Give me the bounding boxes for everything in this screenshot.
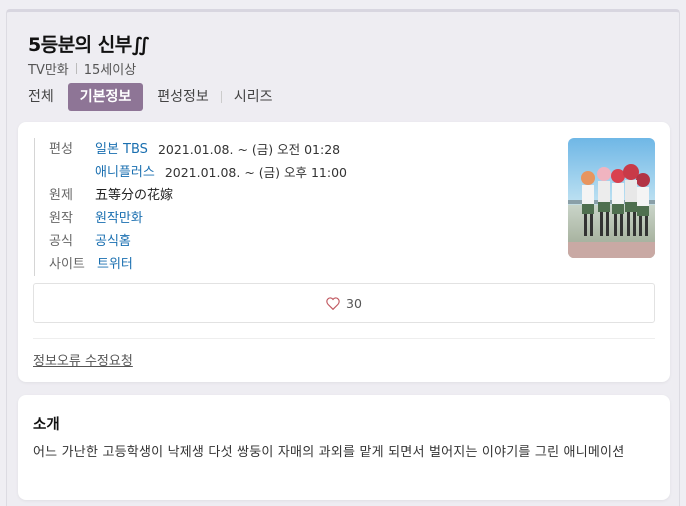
info-list: 편성 일본 TBS 2021.01.08. ~ (금) 오전 01:28 애니플… [34,138,347,276]
broadcast-list: 일본 TBS 2021.01.08. ~ (금) 오전 01:28 애니플러스 … [95,138,347,184]
tab-schedule[interactable]: 편성정보 [147,83,219,111]
page-title: 5등분의 신부∬ [28,34,149,56]
info-row-official: 공식 공식홈 [49,230,347,253]
info-label: 공식 [49,234,73,249]
original-title: 五等分の花嫁 [95,188,174,203]
broadcast-time: 2021.01.08. ~ (금) 오전 01:28 [157,142,341,157]
tab-divider [220,91,222,103]
info-label: 원제 [49,188,73,203]
broadcast-item: 일본 TBS 2021.01.08. ~ (금) 오전 01:28 [95,138,347,161]
intro-card: 소개 어느 가난한 고등학생이 낙제생 다섯 쌍둥이 자매의 과외를 맡게 되면… [18,395,670,500]
info-label: 편성 [49,142,73,157]
report-error-link[interactable]: 정보오류 수정요청 [33,350,133,369]
type-label: TV만화 [28,63,69,78]
info-row-site: 사이트 트위터 [49,253,347,276]
poster-image[interactable] [568,138,655,258]
title-meta: TV만화 15세이상 [28,59,136,78]
basic-info-card: 편성 일본 TBS 2021.01.08. ~ (금) 오전 01:28 애니플… [18,122,670,382]
channel-link[interactable]: 일본 TBS [95,138,148,161]
broadcast-time: 2021.01.08. ~ (금) 오후 11:00 [164,165,347,180]
info-row-original-title: 원제 五等分の花嫁 [49,184,347,207]
tab-bar: 전체 기본정보 편성정보 시리즈 [18,83,282,111]
like-count: 30 [346,295,362,311]
info-row-broadcast: 편성 일본 TBS 2021.01.08. ~ (금) 오전 01:28 애니플… [49,138,347,184]
info-row-source: 원작 원작만화 [49,207,347,230]
meta-divider [75,63,77,74]
intro-heading: 소개 [33,417,60,433]
like-button[interactable]: 30 [33,283,655,323]
info-label: 사이트 [49,257,85,272]
official-home-link[interactable]: 공식홈 [95,230,131,253]
tab-series[interactable]: 시리즈 [224,83,283,111]
tab-basic-info[interactable]: 기본정보 [67,83,144,111]
broadcast-item: 애니플러스 2021.01.08. ~ (금) 오후 11:00 [95,161,347,184]
twitter-link[interactable]: 트위터 [97,253,133,276]
source-link[interactable]: 원작만화 [95,207,143,230]
divider [33,338,655,339]
tab-all[interactable]: 전체 [18,83,64,111]
intro-text: 어느 가난한 고등학생이 낙제생 다섯 쌍둥이 자매의 과외를 맡게 되면서 벌… [33,445,625,460]
rating-label: 15세이상 [83,63,137,78]
info-label: 원작 [49,211,73,226]
heart-outline-icon [326,296,340,310]
channel-link[interactable]: 애니플러스 [95,161,155,184]
